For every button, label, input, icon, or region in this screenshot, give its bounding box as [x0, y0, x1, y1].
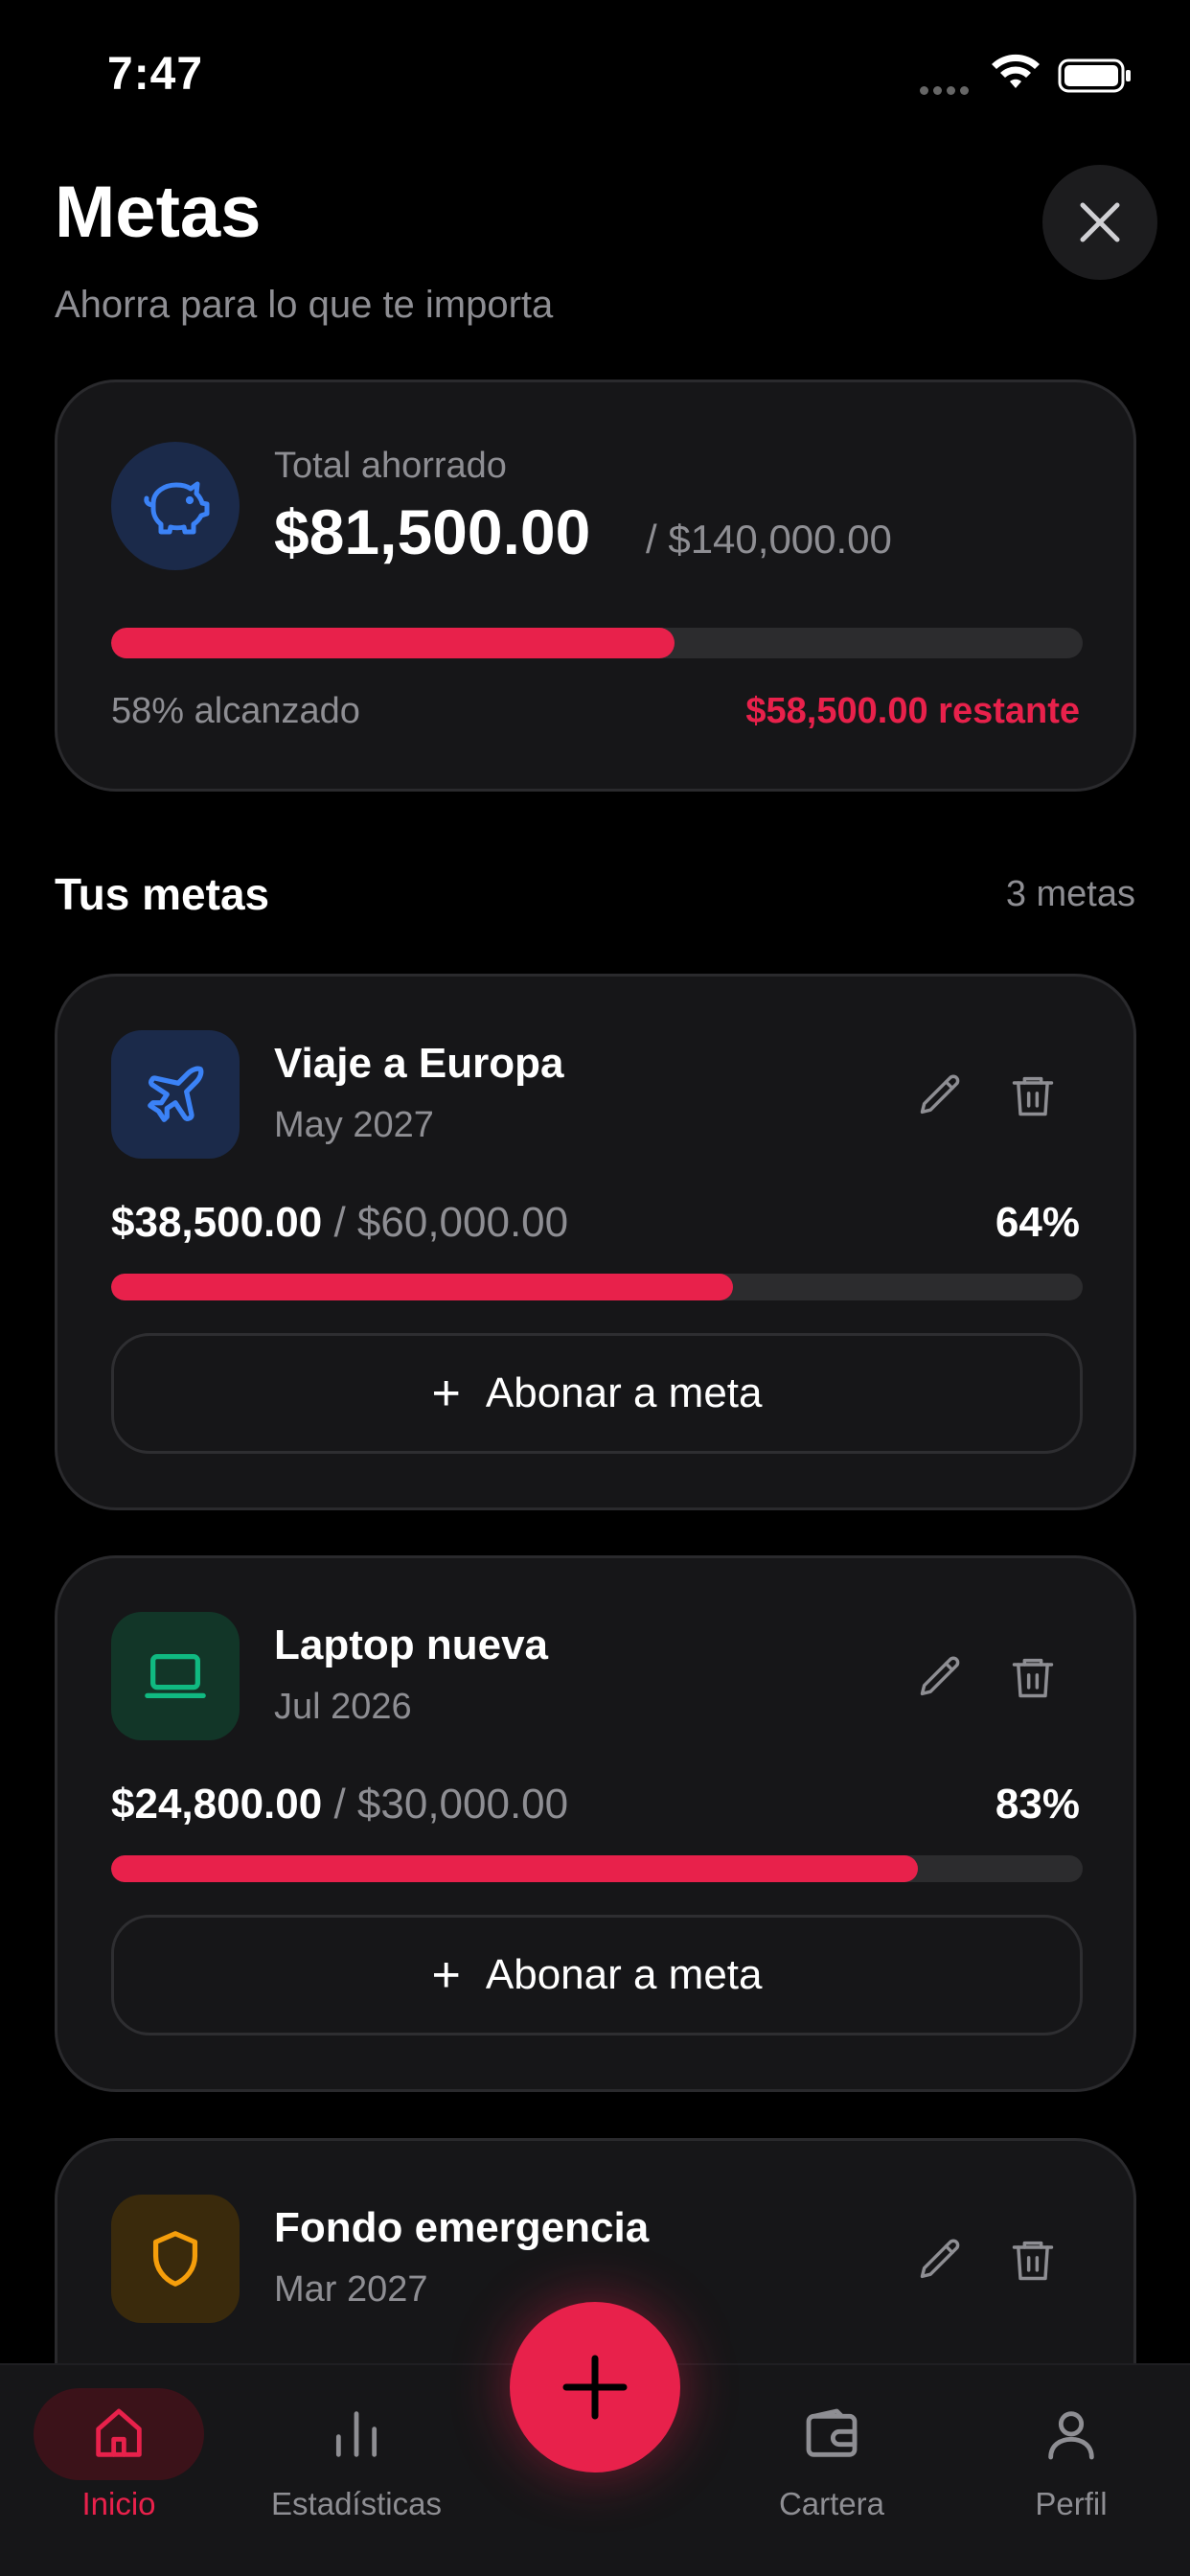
delete-goal-button[interactable] — [1002, 1646, 1064, 1708]
piggy-bank-icon — [144, 481, 210, 535]
deposit-button-label: Abonar a meta — [485, 1951, 763, 1998]
wallet-icon — [806, 2408, 858, 2457]
home-icon — [96, 2408, 142, 2457]
tab-label: Estadísticas — [271, 2486, 442, 2521]
goal-percent: 64% — [995, 1199, 1080, 1246]
goal-name: Fondo emergencia — [274, 2204, 650, 2251]
tab-cartera[interactable]: Cartera — [736, 2388, 927, 2522]
edit-goal-button[interactable] — [910, 1646, 972, 1708]
goal-card: Viaje a Europa May 2027 $38,500.00 / $60… — [55, 974, 1136, 1510]
goal-date: May 2027 — [274, 1105, 434, 1145]
plus-icon — [562, 2355, 628, 2420]
goal-date: Jul 2026 — [274, 1687, 412, 1727]
user-icon — [1048, 2411, 1094, 2460]
trash-icon — [1012, 1658, 1054, 1698]
laptop-icon — [145, 1653, 206, 1699]
shield-icon — [152, 2231, 198, 2287]
goal-card: Laptop nueva Jul 2026 $24,800.00 / $30,0… — [55, 1555, 1136, 2092]
tab-inicio[interactable]: Inicio — [23, 2388, 215, 2522]
signal-dots-icon — [920, 82, 973, 100]
wifi-icon — [992, 54, 1040, 88]
tab-estadisticas[interactable]: Estadísticas — [261, 2388, 452, 2522]
goal-current-amount: $38,500.00 — [111, 1199, 323, 1246]
goal-icon-tile — [111, 1030, 240, 1159]
deposit-button-label: Abonar a meta — [485, 1369, 763, 1416]
total-saved-label: Total ahorrado — [274, 446, 507, 486]
goal-name: Viaje a Europa — [274, 1040, 564, 1087]
goal-progress-bar — [111, 1855, 1083, 1882]
page-title: Metas — [55, 172, 262, 253]
tab-label: Inicio — [81, 2486, 156, 2521]
delete-goal-button[interactable] — [1002, 2229, 1064, 2290]
goal-icon-tile — [111, 2195, 240, 2323]
goal-name: Laptop nueva — [274, 1622, 549, 1668]
pencil-icon — [920, 2239, 960, 2279]
pencil-icon — [920, 1656, 960, 1696]
edit-goal-button[interactable] — [910, 1065, 972, 1126]
total-percent-text: 58% alcanzado — [111, 691, 360, 731]
deposit-goal-button[interactable]: + Abonar a meta — [111, 1333, 1083, 1454]
goal-amount: $24,800.00 / $30,000.00 — [111, 1781, 568, 1828]
pencil-icon — [920, 1074, 960, 1115]
goal-percent: 83% — [995, 1781, 1080, 1828]
close-button[interactable] — [1042, 165, 1157, 280]
status-bar: 7:47 — [0, 0, 1190, 144]
add-goal-fab-button[interactable] — [510, 2302, 680, 2472]
plus-icon: + — [431, 1947, 461, 2003]
tab-label: Perfil — [1035, 2486, 1108, 2521]
status-time: 7:47 — [107, 49, 204, 100]
total-target-amount: / $140,000.00 — [646, 517, 892, 562]
goal-amount: $38,500.00 / $60,000.00 — [111, 1199, 568, 1247]
total-saved-amount: $81,500.00 — [274, 496, 591, 567]
goal-progress-fill — [111, 1274, 733, 1300]
plus-icon: + — [431, 1366, 461, 1421]
trash-icon — [1012, 2241, 1054, 2281]
tab-label: Cartera — [778, 2486, 885, 2521]
goal-current-amount: $24,800.00 — [111, 1781, 323, 1828]
total-remaining-text: $58,500.00 restante — [745, 691, 1080, 731]
tab-perfil[interactable]: Perfil — [975, 2388, 1167, 2522]
total-progress-fill — [111, 628, 675, 658]
deposit-goal-button[interactable]: + Abonar a meta — [111, 1915, 1083, 2036]
close-icon — [1080, 202, 1120, 242]
goal-icon-tile — [111, 1612, 240, 1740]
goal-progress-bar — [111, 1274, 1083, 1300]
trash-icon — [1012, 1076, 1054, 1116]
airplane-icon — [148, 1066, 204, 1122]
piggy-bank-avatar — [111, 442, 240, 570]
delete-goal-button[interactable] — [1002, 1065, 1064, 1126]
goals-count: 3 metas — [1005, 874, 1135, 914]
edit-goal-button[interactable] — [910, 2229, 972, 2290]
total-progress-bar — [111, 628, 1083, 658]
bar-chart-icon — [335, 2411, 378, 2457]
battery-icon — [1058, 58, 1131, 93]
savings-summary-card: Total ahorrado $81,500.00 / $140,000.00 … — [55, 380, 1136, 792]
goals-section-title: Tus metas — [55, 869, 270, 919]
goal-date: Mar 2027 — [274, 2269, 428, 2310]
goal-progress-fill — [111, 1855, 918, 1882]
goal-target-amount: / $30,000.00 — [333, 1781, 569, 1828]
goal-target-amount: / $60,000.00 — [333, 1199, 569, 1246]
page-subtitle: Ahorra para lo que te importa — [55, 284, 554, 326]
